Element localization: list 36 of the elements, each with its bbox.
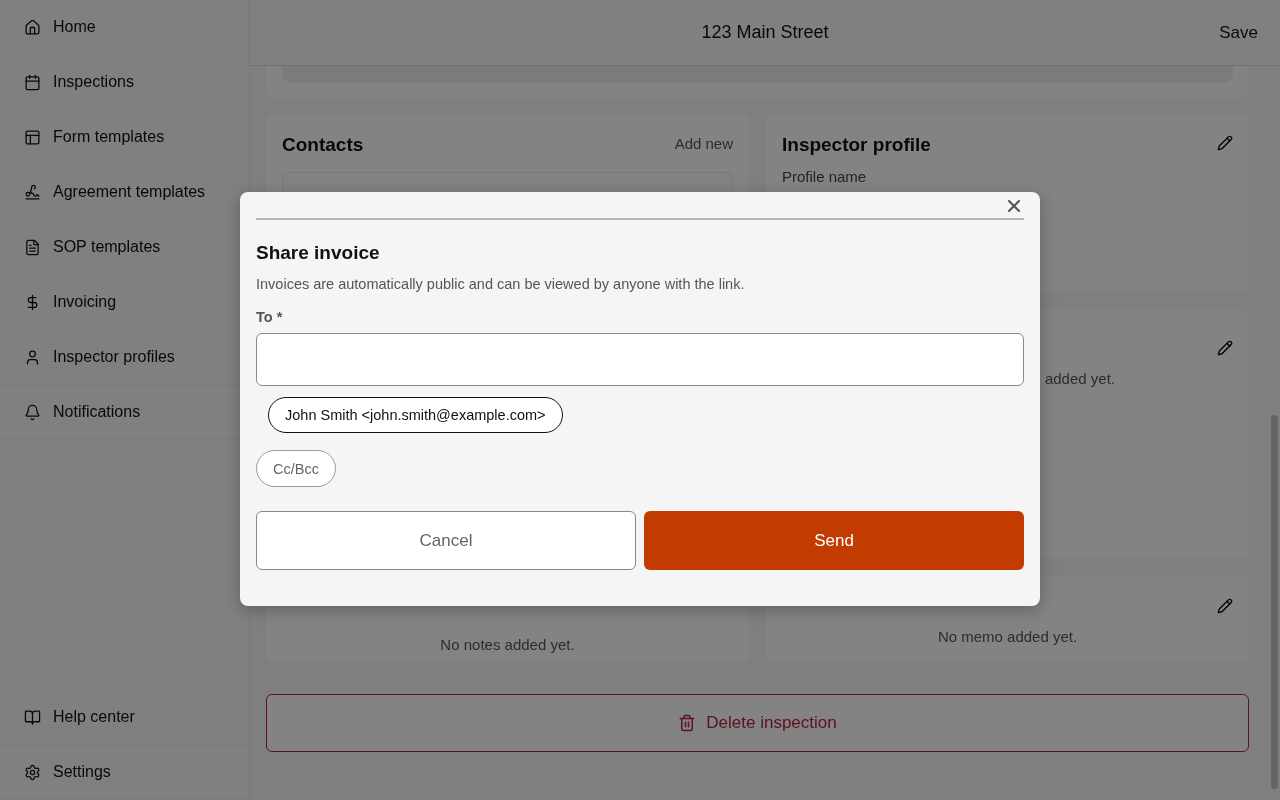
signature-icon	[24, 183, 41, 201]
card-title: Contacts	[282, 134, 364, 156]
empty-text: No notes added yet.	[439, 636, 576, 653]
dialog-title: Share invoice	[256, 242, 381, 264]
sidebar-item[interactable]: Help center	[0, 690, 249, 745]
user-icon	[24, 348, 41, 366]
sidebar-item[interactable]: Settings	[0, 745, 249, 800]
save-button[interactable]: Save	[1213, 22, 1264, 44]
edit-icon[interactable]	[1217, 340, 1233, 356]
document-icon	[24, 238, 41, 256]
cc-bcc-button[interactable]: Cc/Bcc	[256, 450, 336, 487]
layout-icon	[24, 128, 41, 146]
sidebar-item[interactable]: Inspections	[0, 55, 249, 110]
field-label: Profile name	[782, 168, 868, 185]
settings-icon	[24, 763, 41, 781]
empty-text: No memo added yet.	[936, 628, 1079, 645]
to-field[interactable]	[256, 333, 1024, 386]
delete-button[interactable]: Delete inspection	[266, 694, 1249, 752]
book-icon	[24, 708, 41, 726]
recipient-chip[interactable]: John Smith <john.smith@example.com>	[268, 397, 563, 433]
card-title: Inspector profile	[782, 134, 931, 156]
edit-icon[interactable]	[1217, 598, 1233, 614]
sidebar-item[interactable]: Home	[0, 0, 249, 55]
cancel-button[interactable]: Cancel	[256, 511, 636, 570]
bell-icon	[24, 403, 41, 421]
edit-icon[interactable]	[1217, 135, 1233, 151]
add-new-link[interactable]: Add new	[674, 134, 733, 152]
page-title: 123 Main Street	[701, 22, 829, 43]
empty-text: added yet.	[1043, 370, 1116, 387]
send-button[interactable]: Send	[644, 511, 1024, 570]
sidebar-item[interactable]: Form templates	[0, 110, 249, 165]
trash-icon	[678, 714, 697, 732]
dialog-description: Invoices are automatically public and can be viewed by anyone with the link.	[256, 276, 746, 292]
home-icon	[24, 18, 41, 36]
calendar-icon	[24, 73, 41, 91]
field-label: To *	[256, 309, 284, 325]
